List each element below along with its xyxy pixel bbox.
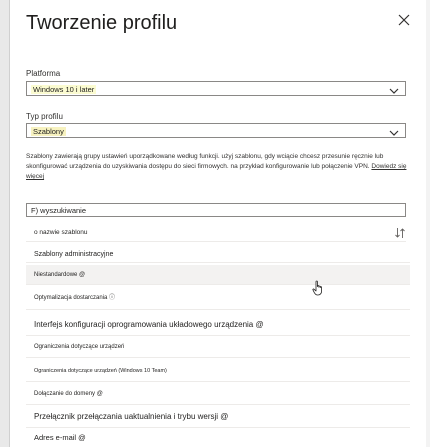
platform-dropdown[interactable]: Windows 10 i later xyxy=(26,81,406,96)
template-row[interactable]: Adres e-mail @ xyxy=(26,429,410,447)
template-row-label: Ograniczenia dotyczące urządzeń (Windows… xyxy=(34,368,167,374)
hand-pointer-icon xyxy=(312,280,324,301)
panel-title: Tworzenie profilu xyxy=(26,12,178,34)
profile-type-label: Typ profilu xyxy=(26,112,63,121)
background-blade-edge xyxy=(0,0,10,447)
template-row-label: Adres e-mail @ xyxy=(34,433,86,442)
profile-type-dropdown[interactable]: Szablony xyxy=(26,123,406,138)
template-row-label: Przełącznik przełączania uaktualnienia i… xyxy=(34,412,229,421)
chevron-down-icon xyxy=(389,85,399,100)
template-row-label: Szablony administracyjne xyxy=(34,251,114,258)
template-row[interactable]: Ograniczenia dotyczące urządzeń (Windows… xyxy=(26,360,410,382)
template-row[interactable]: Dołączanie do domeny @ xyxy=(26,383,410,405)
profile-type-description: Szablony zawierają grupy ustawień uporzą… xyxy=(26,152,416,182)
background-page-edge xyxy=(426,0,430,447)
template-row[interactable]: Interfejs konfiguracji oprogramowania uk… xyxy=(26,314,410,336)
template-row-label: Optymalizacja dostarczania ⓘ xyxy=(34,295,116,301)
platform-label: Platforma xyxy=(26,69,61,78)
template-row[interactable]: Szablony administracyjne xyxy=(26,247,410,263)
sort-icon[interactable] xyxy=(394,227,406,244)
description-text: Szablony zawierają grupy ustawień uporzą… xyxy=(26,153,384,170)
template-row[interactable]: Ograniczenia dotyczące urządzeń xyxy=(26,336,410,358)
template-row[interactable]: Przełącznik przełączania uaktualnienia i… xyxy=(26,406,410,428)
template-row[interactable]: Niestandardowe @ xyxy=(26,265,410,285)
profile-type-value: Szablony xyxy=(31,127,66,136)
template-row-label: Ograniczenia dotyczące urządzeń xyxy=(34,344,125,350)
search-input[interactable]: F) wyszukiwanie xyxy=(26,203,406,217)
create-profile-panel: Tworzenie profilu Platforma Windows 10 i… xyxy=(10,0,426,447)
close-icon xyxy=(398,14,414,26)
column-header-label: o nazwie szablonu xyxy=(34,229,88,236)
template-name-column-header[interactable]: o nazwie szablonu xyxy=(26,227,406,242)
template-row-label: Niestandardowe @ xyxy=(34,272,86,278)
template-row-label: Dołączanie do domeny @ xyxy=(34,391,103,397)
template-row-label: Interfejs konfiguracji oprogramowania uk… xyxy=(34,320,264,329)
platform-value: Windows 10 i later xyxy=(31,85,97,94)
close-button[interactable] xyxy=(398,14,414,30)
chevron-down-icon xyxy=(389,127,399,142)
template-row[interactable]: Optymalizacja dostarczania ⓘ xyxy=(26,286,410,310)
